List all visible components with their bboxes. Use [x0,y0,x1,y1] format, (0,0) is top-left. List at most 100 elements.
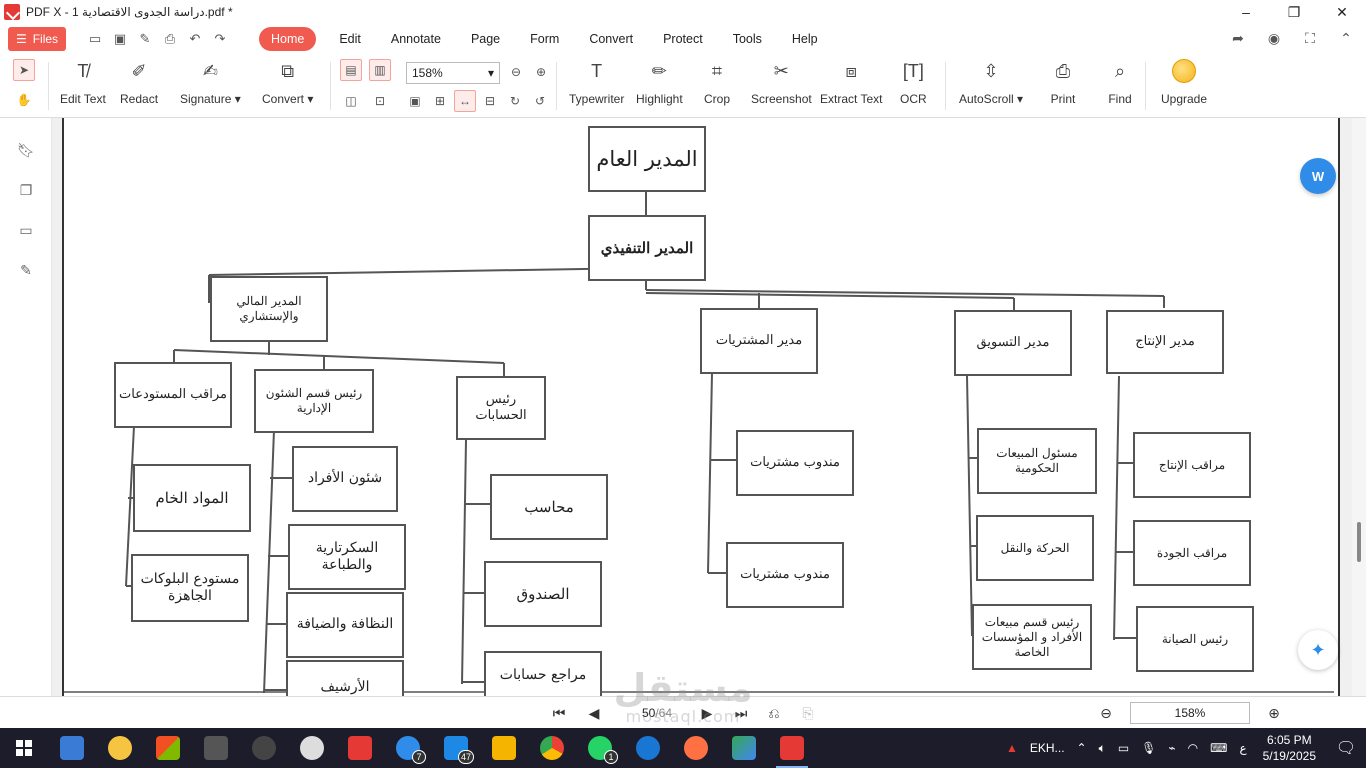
comments-icon[interactable]: ▭ [16,220,36,240]
screenshot-tool[interactable]: ✂ Screenshot [751,58,812,107]
close-button[interactable]: ✕ [1318,0,1366,24]
zoom-in-bottom-icon[interactable]: ⊕ [1264,703,1284,723]
taskbar-clock-display[interactable]: 6:05 PM 5/19/2025 [1253,732,1326,764]
bookmark-icon[interactable]: 🔖︎ [16,140,36,160]
print-tool[interactable]: ⎙ Print [1050,58,1076,107]
two-page-view-icon[interactable]: ◫ [340,90,362,112]
scrollbar-thumb[interactable] [1357,522,1361,562]
tray-app-text[interactable]: EKH... [1024,741,1071,755]
first-page-icon[interactable]: ⏮ [549,703,569,723]
taskbar-explorer[interactable] [480,728,528,768]
taskbar-todo[interactable]: 47 [432,728,480,768]
undo-icon[interactable]: ↶ [186,30,204,48]
tray-app-icon[interactable]: ▲ [1000,741,1024,755]
highlight-tool[interactable]: ✏ Highlight [636,58,683,107]
minimize-button[interactable]: – [1222,0,1270,24]
taskbar-pdfx[interactable] [768,728,816,768]
upgrade-tool[interactable]: Upgrade [1161,58,1207,106]
rotate-clockwise-icon[interactable]: ↻ [504,90,526,112]
volume-icon[interactable]: 🔈︎ [1093,741,1112,756]
battery-icon[interactable]: ▭ [1112,741,1135,755]
single-page-view-icon[interactable]: ▤ [340,59,362,81]
read-mode-icon[interactable]: ◉ [1264,27,1284,49]
tab-convert[interactable]: Convert [574,27,648,51]
save-as-icon[interactable]: ✎ [136,30,154,48]
print-quick-icon[interactable]: ⎙ [161,30,179,48]
taskbar-sublime[interactable] [672,728,720,768]
taskbar-whatsapp[interactable]: 1 [576,728,624,768]
keyboard-icon[interactable]: ⌨ [1204,741,1233,755]
next-view-icon[interactable]: ⎘ [798,703,818,723]
redo-icon[interactable]: ↷ [211,30,229,48]
thumbnails-icon[interactable]: ❐ [16,180,36,200]
microphone-icon[interactable]: 🎙︎ [1135,741,1162,755]
continuous-view-icon[interactable]: ▥ [369,59,391,81]
battery-status-icon[interactable]: ⌁ [1162,741,1181,755]
last-page-icon[interactable]: ⏭ [731,703,751,723]
start-button[interactable] [0,728,48,768]
taskbar-calculator[interactable] [48,728,96,768]
hand-tool-icon[interactable]: ✋ [13,89,35,111]
signatures-panel-icon[interactable]: ✎ [16,260,36,280]
notification-icon[interactable]: 🗨︎ [1326,738,1366,758]
convert-to-word-icon[interactable]: W [1300,158,1336,194]
taskbar-store[interactable] [144,728,192,768]
extract-text-tool[interactable]: ⧈ Extract Text [820,58,882,107]
zoom-out-bottom-icon[interactable]: ⊖ [1096,703,1116,723]
show-hidden-icons-icon[interactable]: ⌃ [1071,741,1093,755]
tab-tools[interactable]: Tools [718,27,777,51]
next-page-icon[interactable]: ▶ [697,703,717,723]
taskbar-imo[interactable] [624,728,672,768]
vertical-scrollbar[interactable] [1352,118,1366,696]
convert-tool[interactable]: ⧉ Convert ▾ [262,58,313,107]
wifi-icon[interactable]: ◠ [1182,741,1204,755]
share-icon[interactable]: ➦ [1228,27,1248,49]
fit-page-icon[interactable]: ⊞ [429,90,451,112]
language-indicator[interactable]: ع [1233,741,1252,755]
ai-assistant-icon[interactable]: ✦ [1298,630,1338,670]
tab-edit[interactable]: Edit [324,27,376,51]
open-folder-icon[interactable]: ▭ [86,30,104,48]
find-tool[interactable]: ⌕ Find [1107,58,1133,107]
maximize-button[interactable]: ❐ [1270,0,1318,24]
zoom-level-field[interactable]: 158% [1130,702,1250,724]
tab-annotate[interactable]: Annotate [376,27,456,51]
edit-text-tool[interactable]: T̸ Edit Text [60,58,106,107]
files-button[interactable]: ☰ Files [8,27,66,51]
document-viewport[interactable]: المدير العام المدير التنفيذي المدير الما… [52,118,1366,696]
select-tool-icon[interactable]: ➤ [13,59,35,81]
tab-protect[interactable]: Protect [648,27,718,51]
save-icon[interactable]: ▣ [111,30,129,48]
tab-form[interactable]: Form [515,27,574,51]
page-number-input[interactable]: 50 /64 [628,703,686,723]
crop-tool[interactable]: ⌗ Crop [704,58,730,107]
tab-home[interactable]: Home [259,27,317,51]
taskbar-maps[interactable] [720,728,768,768]
tab-help[interactable]: Help [777,27,833,51]
previous-view-icon[interactable]: ⎌ [764,703,784,723]
cover-view-icon[interactable]: ⊡ [369,90,391,112]
fullscreen-icon[interactable]: ⛶ [1300,27,1320,49]
tab-page[interactable]: Page [456,27,515,51]
taskbar-messenger[interactable]: 7 [384,728,432,768]
fit-visible-icon[interactable]: ⊟ [479,90,501,112]
signature-tool[interactable]: ✍ Signature ▾ [180,58,241,107]
zoom-in-icon[interactable]: ⊕ [530,61,552,83]
redact-tool[interactable]: ✐ Redact [120,58,158,107]
previous-page-icon[interactable]: ◀ [584,703,604,723]
taskbar-settings[interactable] [240,728,288,768]
ocr-tool[interactable]: [T] OCR [900,58,927,107]
zoom-dropdown[interactable]: 158% ▾ [406,62,500,84]
actual-size-icon[interactable]: ▣ [404,90,426,112]
typewriter-tool[interactable]: T Typewriter [569,58,624,107]
taskbar-camera[interactable] [192,728,240,768]
rotate-counterclockwise-icon[interactable]: ↺ [529,90,551,112]
taskbar-sticky[interactable] [96,728,144,768]
collapse-ribbon-icon[interactable]: ⌃ [1336,27,1356,49]
taskbar-clock[interactable] [288,728,336,768]
taskbar-video[interactable] [336,728,384,768]
fit-width-icon[interactable]: ↔ [454,90,476,112]
zoom-out-icon[interactable]: ⊖ [505,61,527,83]
taskbar-chrome[interactable] [528,728,576,768]
autoscroll-tool[interactable]: ⇳ AutoScroll ▾ [959,58,1023,107]
